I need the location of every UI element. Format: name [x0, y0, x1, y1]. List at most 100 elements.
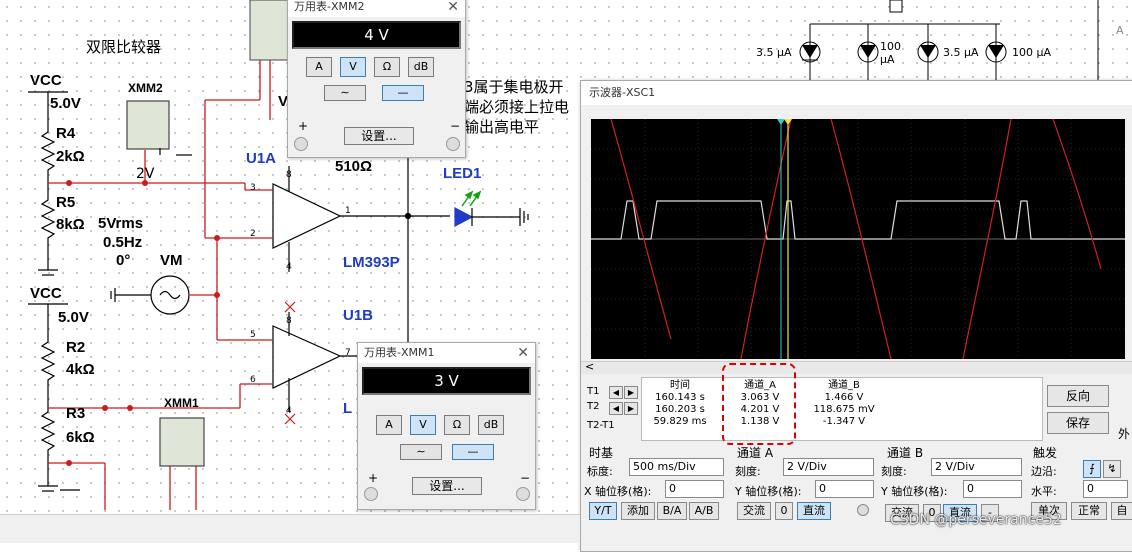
vcc-top-label: VCC	[30, 72, 62, 89]
mm1-title: 万用表-XMM1	[364, 346, 435, 359]
multimeter-xmm2-window[interactable]: 万用表-XMM2 ✕ 4 V A V ΩdB ∼ — + − 设置...	[287, 0, 466, 158]
xmm1-label: XMM1	[164, 396, 199, 410]
trigger-normal-button[interactable]: 正常	[1071, 502, 1107, 520]
note-line2: 端必须接上拉电	[464, 98, 570, 116]
osc-titlebar[interactable]: 示波器-XSC1	[581, 81, 1132, 105]
current-4: 100 μA	[1012, 46, 1052, 59]
source-rms: 5Vrms	[98, 215, 144, 232]
timebase-scale-label: 标度:	[587, 465, 613, 478]
current-3: 3.5 μA	[943, 46, 979, 59]
pin-7: 7	[345, 348, 351, 358]
t1-label: T1	[587, 386, 600, 397]
mm1-mode-ohm[interactable]: Ω	[444, 415, 470, 435]
mm1-minus-terminal[interactable]	[516, 487, 530, 501]
mm2-mode-ampere[interactable]: A	[306, 57, 332, 77]
xmm2-label: XMM2	[128, 81, 163, 95]
t2t1-label: T2-T1	[587, 420, 615, 431]
vcc-bot-label: VCC	[30, 285, 62, 302]
r4-value: 2kΩ	[56, 148, 85, 165]
mm2-plus-terminal[interactable]	[294, 137, 308, 151]
t1-right-arrow[interactable]: ▶	[624, 386, 638, 399]
watermark: CSDN @perseverance52	[890, 512, 1062, 528]
channel-a-scale-input[interactable]: 2 V/Div	[783, 458, 874, 476]
led1-label: LED1	[443, 165, 482, 182]
channel-b-label: 通道 B	[887, 446, 924, 460]
mm1-close-button[interactable]: ✕	[517, 343, 529, 363]
mm1-mode-ampere[interactable]: A	[376, 415, 402, 435]
timebase-xpos-input[interactable]: 0	[665, 480, 724, 498]
mm2-minus-label: −	[450, 119, 461, 133]
row3-channel-b: -1.347 V	[822, 416, 866, 427]
ab-button[interactable]: A/B	[689, 502, 719, 520]
xmm2-reading-label: 2V	[136, 166, 155, 182]
reverse-button[interactable]: 反向	[1047, 385, 1109, 407]
source-freq: 0.5Hz	[103, 234, 143, 251]
osc-scrollbar[interactable]: <	[581, 360, 1132, 374]
add-button[interactable]: 添加	[621, 502, 655, 520]
mm1-mode-volt[interactable]: V	[410, 415, 436, 435]
mm2-titlebar[interactable]: 万用表-XMM2 ✕	[288, 0, 465, 17]
t2-label: T2	[587, 401, 600, 412]
timebase-scale-input[interactable]: 500 ms/Div	[629, 458, 724, 476]
note-line1: 3属于集电极开	[464, 78, 564, 96]
r2-label: R2	[66, 339, 86, 356]
channel-a-zero-button[interactable]: 0	[775, 502, 793, 520]
row3-time: 59.829 ms	[653, 416, 707, 427]
trigger-level-input[interactable]: 0	[1083, 480, 1128, 498]
vcc-bot-value: 5.0V	[58, 309, 89, 326]
trigger-falling-edge-button[interactable]: ↯	[1103, 460, 1121, 478]
channel-a-label: 通道 A	[737, 446, 774, 460]
mm1-minus-label: −	[520, 471, 531, 485]
trigger-rising-edge-button[interactable]: ⨍	[1083, 460, 1101, 478]
current-2b: μA	[880, 53, 895, 66]
mm2-close-button[interactable]: ✕	[447, 0, 459, 17]
mm2-mode-volt[interactable]: V	[340, 57, 366, 77]
yt-button[interactable]: Y/T	[589, 502, 617, 520]
pin-1: 1	[345, 206, 351, 216]
t1-left-arrow[interactable]: ◀	[609, 386, 623, 399]
pin-4b: 4	[286, 406, 292, 416]
channel-a-ypos-input[interactable]: 0	[815, 480, 874, 498]
lm393-label: LM393P	[343, 254, 400, 271]
r3-label: R3	[66, 405, 86, 422]
t2-left-arrow[interactable]: ◀	[609, 402, 623, 415]
schematic-bottom-scrollbar[interactable]	[0, 514, 580, 543]
ba-button[interactable]: B/A	[657, 502, 687, 520]
right-edge-label: A	[1116, 24, 1124, 37]
channel-a-ac-button[interactable]: 交流	[737, 502, 771, 520]
scroll-left-arrow[interactable]: <	[585, 360, 594, 373]
cut-l-label: L	[343, 400, 353, 417]
mm2-settings-button[interactable]: 设置...	[344, 127, 414, 145]
osc-screen[interactable]	[591, 118, 1125, 360]
header-time: 时间	[670, 380, 690, 391]
mm1-dc-button[interactable]: —	[452, 444, 494, 460]
trigger-edge-label: 边沿:	[1031, 465, 1057, 478]
current-1: 3.5 μA	[756, 46, 792, 59]
mm2-title: 万用表-XMM2	[294, 0, 365, 13]
trigger-auto-button[interactable]: 自	[1111, 502, 1132, 520]
osc-traces	[591, 118, 1125, 360]
channel-b-scale-input[interactable]: 2 V/Div	[931, 458, 1022, 476]
mm2-mode-ohm[interactable]: Ω	[374, 57, 400, 77]
save-button[interactable]: 保存	[1047, 412, 1109, 434]
mm2-ac-button[interactable]: ∼	[324, 85, 366, 101]
mm1-plus-terminal[interactable]	[364, 487, 378, 501]
t2-right-arrow[interactable]: ▶	[624, 402, 638, 415]
vm-label: VM	[160, 252, 183, 269]
mm1-titlebar[interactable]: 万用表-XMM1 ✕	[358, 343, 535, 363]
channel-a-terminal[interactable]	[857, 504, 869, 516]
mm2-mode-db[interactable]: dB	[408, 57, 434, 77]
mm1-mode-db[interactable]: dB	[478, 415, 504, 435]
mm1-ac-button[interactable]: ∼	[400, 444, 442, 460]
mm1-settings-button[interactable]: 设置...	[412, 477, 482, 495]
mm2-dc-button[interactable]: —	[382, 85, 424, 101]
pin-3: 3	[250, 183, 256, 193]
multimeter-xmm1-window[interactable]: 万用表-XMM1 ✕ 3 V A V ΩdB ∼ — + − 设置...	[357, 342, 536, 510]
oscilloscope-window[interactable]: 示波器-XSC1 < T1 T2 T2-T1 ◀ ▶ ◀ ▶ 时间 160.14…	[580, 80, 1132, 552]
r5-value: 8kΩ	[56, 216, 85, 233]
pin-6: 6	[250, 375, 256, 385]
channel-a-dc-button[interactable]: 直流	[797, 502, 831, 520]
channel-b-ypos-input[interactable]: 0	[963, 480, 1022, 498]
mm2-minus-terminal[interactable]	[446, 137, 460, 151]
channel-b-ypos-label: Y 轴位移(格):	[881, 485, 948, 498]
